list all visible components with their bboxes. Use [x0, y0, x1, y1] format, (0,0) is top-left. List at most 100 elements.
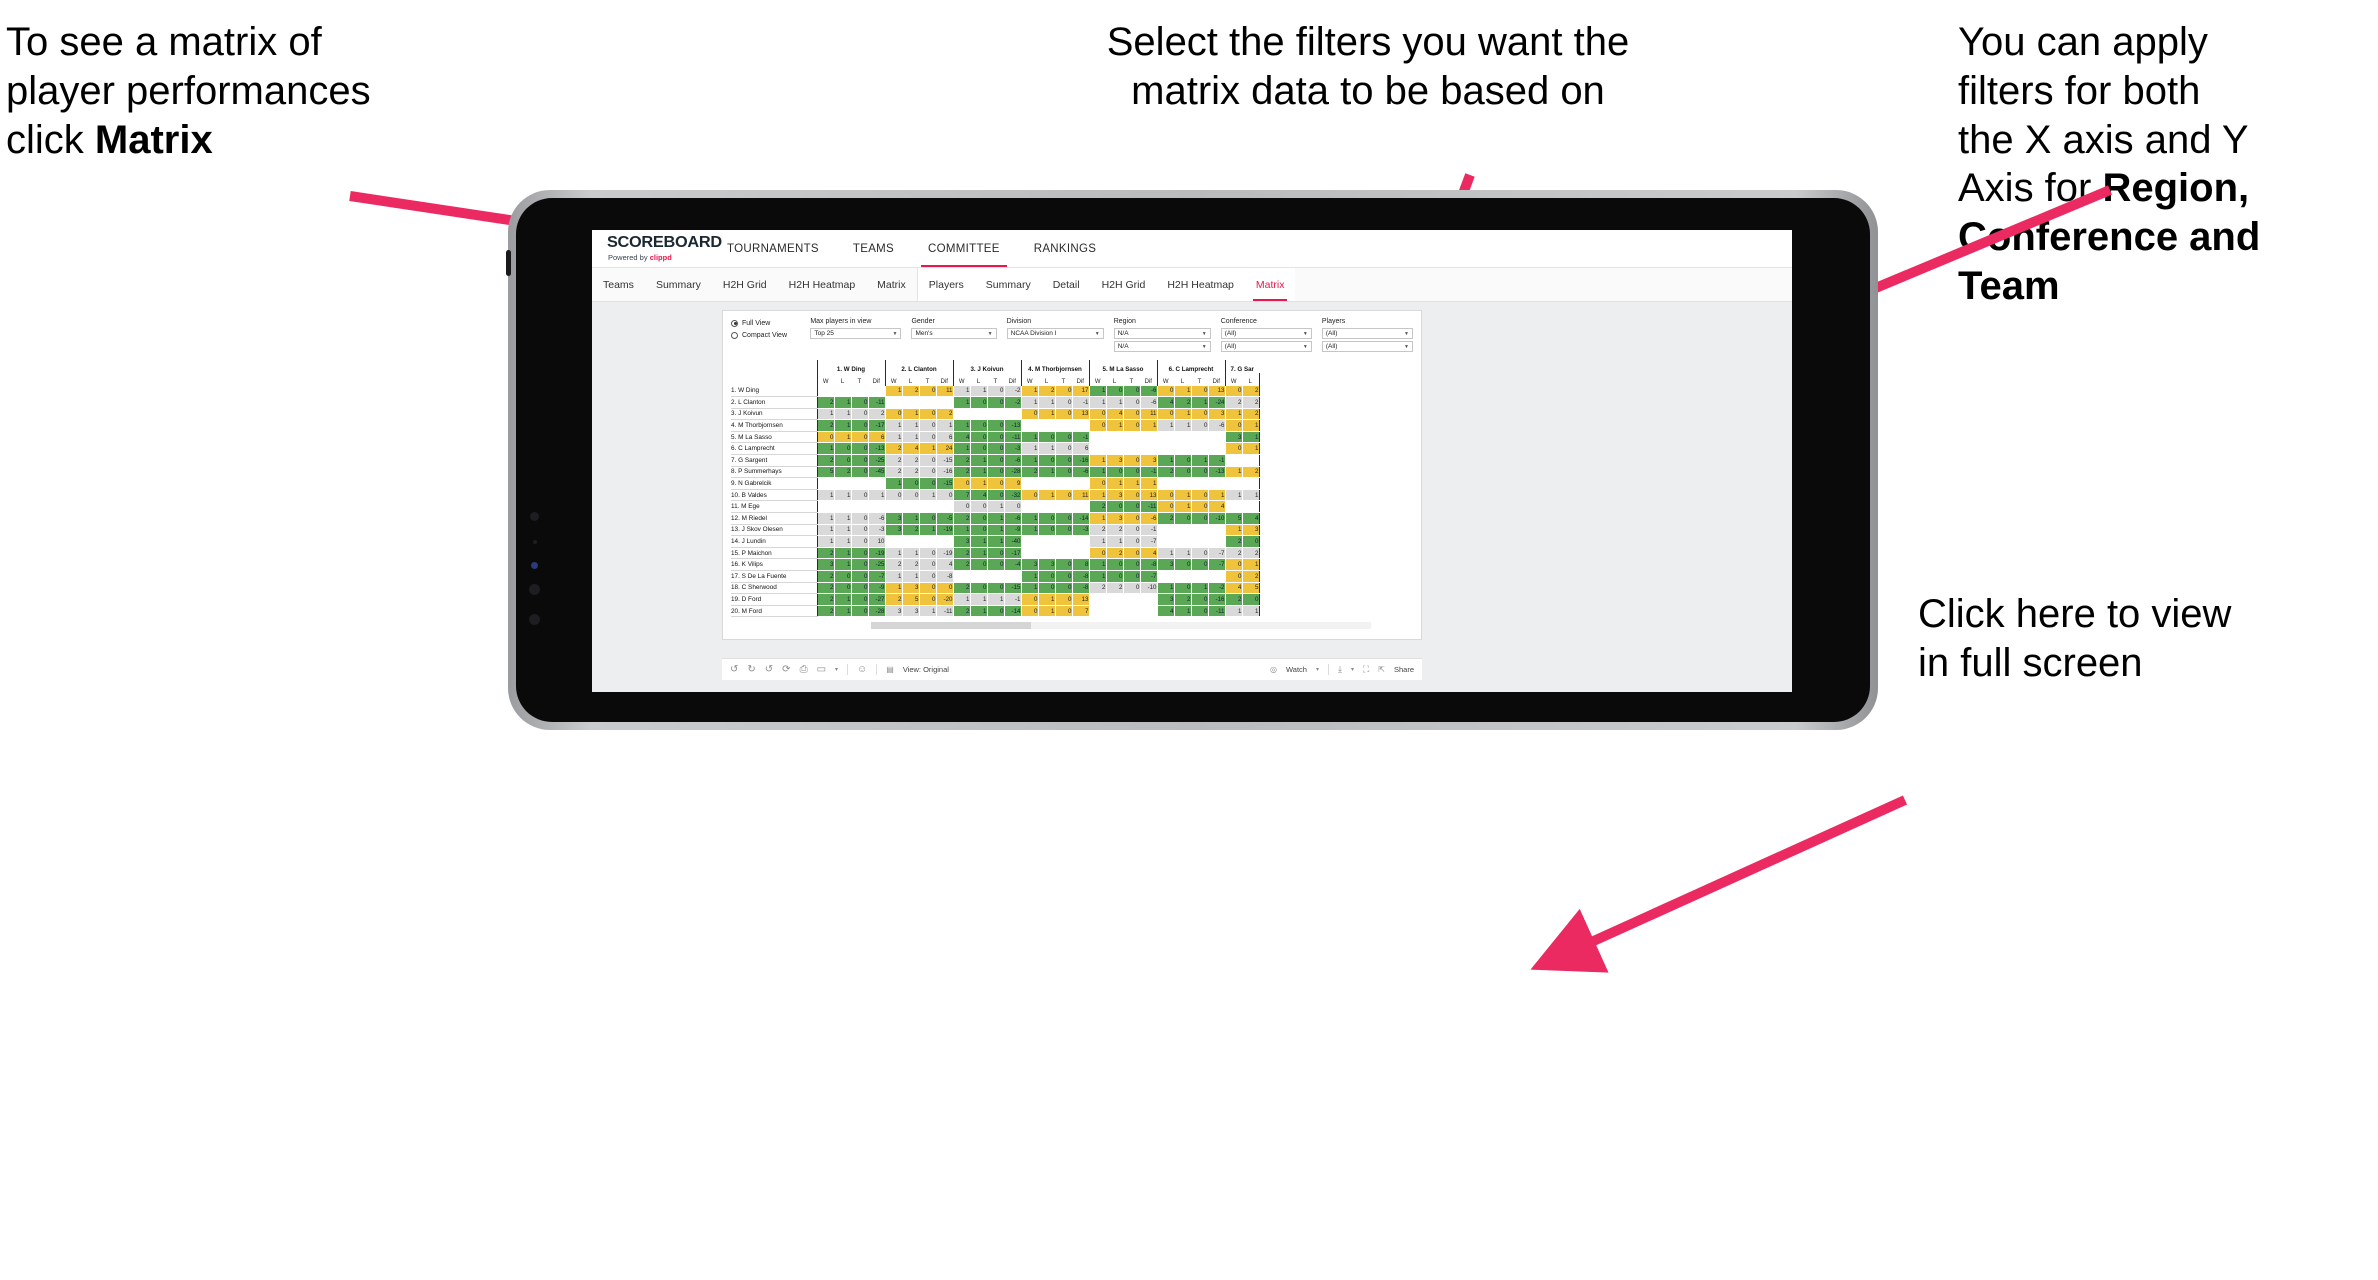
matrix-cell-w[interactable]: 1 — [1020, 523, 1039, 537]
matrix-cell-w[interactable]: 1 — [816, 488, 835, 502]
matrix-cell-w[interactable]: 2 — [884, 465, 903, 479]
matrix-cell-dif[interactable]: -14 — [1071, 512, 1090, 525]
matrix-cell-t[interactable]: 0 — [1122, 500, 1141, 514]
nav-item-tournaments[interactable]: TOURNAMENTS — [710, 230, 836, 267]
matrix-cell-w[interactable]: 0 — [816, 430, 835, 444]
matrix-cell-w[interactable]: 0 — [1156, 488, 1175, 502]
watch-label[interactable]: Watch — [1286, 665, 1307, 674]
matrix-cell-l[interactable]: 1 — [901, 407, 920, 421]
matrix-cell-dif[interactable]: -8 — [1139, 558, 1158, 571]
matrix-cell-w[interactable]: 1 — [952, 384, 971, 398]
matrix-cell-l[interactable]: 1 — [833, 512, 852, 525]
matrix-cell-dif[interactable]: -3 — [1071, 523, 1090, 537]
matrix-cell-w[interactable]: 1 — [1020, 396, 1039, 409]
matrix-cell-dif[interactable]: 4 — [1207, 500, 1226, 514]
matrix-cell-t[interactable]: 0 — [1054, 430, 1073, 444]
matrix-cell-w[interactable]: 1 — [952, 419, 971, 432]
matrix-cell-w[interactable]: 1 — [884, 419, 903, 432]
matrix-cell-l[interactable]: 0 — [1037, 570, 1056, 583]
matrix-cell-l[interactable]: 0 — [833, 581, 852, 595]
matrix-cell-t[interactable]: 0 — [986, 546, 1005, 560]
matrix-cell-w[interactable]: 3 — [1156, 558, 1175, 571]
matrix-cell-w[interactable]: 1 — [952, 593, 971, 606]
matrix-cell-w[interactable]: 0 — [884, 407, 903, 421]
matrix-cell-dif[interactable]: 3 — [1207, 407, 1226, 421]
matrix-cell-l[interactable]: 2 — [901, 523, 920, 537]
matrix-cell-w[interactable]: 1 — [952, 523, 971, 537]
matrix-cell-empty[interactable] — [1088, 593, 1158, 606]
matrix-cell-t[interactable]: 1 — [986, 535, 1005, 548]
matrix-cell-l[interactable]: 1 — [833, 558, 852, 571]
matrix-cell-l[interactable]: 2 — [1037, 384, 1056, 398]
matrix-cell-t[interactable]: 0 — [986, 604, 1005, 618]
matrix-cell-t[interactable]: 0 — [918, 558, 937, 571]
matrix-cell-w[interactable]: 1 — [1020, 384, 1039, 398]
matrix-cell-l[interactable]: 0 — [901, 488, 920, 502]
matrix-cell-t[interactable]: 0 — [1122, 384, 1141, 398]
matrix-cell-dif[interactable]: 24 — [935, 442, 954, 456]
matrix-cell-dif[interactable]: -10 — [1207, 512, 1226, 525]
matrix-cell-dif[interactable]: -16 — [1207, 593, 1226, 606]
matrix-cell-w[interactable]: 2 — [884, 593, 903, 606]
matrix-cell-l[interactable]: 3 — [1037, 558, 1056, 571]
matrix-cell-dif[interactable]: 3 — [1139, 454, 1158, 467]
matrix-cell-dif[interactable]: -28 — [1003, 465, 1022, 479]
matrix-cell-l[interactable]: 0 — [969, 500, 988, 514]
matrix-cell-t[interactable]: 0 — [850, 419, 869, 432]
matrix-cell-t[interactable]: 0 — [850, 558, 869, 571]
matrix-cell-w[interactable]: 1 — [884, 546, 903, 560]
matrix-cell-t[interactable]: 0 — [1054, 407, 1073, 421]
matrix-cell-l[interactable]: 0 — [1173, 465, 1192, 479]
matrix-cell-w[interactable]: 4 — [1224, 581, 1243, 595]
matrix-cell-dif[interactable]: -8 — [1071, 570, 1090, 583]
matrix-cell-l[interactable]: 1 — [969, 546, 988, 560]
matrix-cell-t[interactable]: 0 — [1054, 523, 1073, 537]
matrix-cell-dif[interactable]: -1 — [1071, 430, 1090, 444]
matrix-cell-dif[interactable]: -7 — [1139, 535, 1158, 548]
matrix-cell-t[interactable]: 0 — [986, 384, 1005, 398]
matrix-cell-dif[interactable]: -14 — [1003, 604, 1022, 618]
matrix-cell-w[interactable]: 1 — [1020, 454, 1039, 467]
matrix-cell-dif[interactable]: -13 — [1003, 419, 1022, 432]
matrix-cell-empty[interactable] — [884, 396, 954, 409]
matrix-cell-w[interactable]: 1 — [952, 396, 971, 409]
matrix-cell-w[interactable]: 2 — [816, 396, 835, 409]
matrix-cell-w[interactable]: 0 — [1156, 500, 1175, 514]
matrix-cell-w[interactable]: 2 — [952, 465, 971, 479]
matrix-cell-t[interactable]: 0 — [850, 465, 869, 479]
matrix-cell-dif[interactable]: 8 — [1071, 558, 1090, 571]
matrix-cell-w[interactable]: 1 — [1088, 488, 1107, 502]
matrix-cell-w[interactable]: 1 — [1020, 442, 1039, 456]
matrix-cell-dif[interactable]: -17 — [867, 419, 886, 432]
matrix-cell-l[interactable]: 0 — [1105, 558, 1124, 571]
matrix-cell-dif[interactable]: -24 — [1207, 396, 1226, 409]
matrix-cell-w[interactable]: 0 — [884, 488, 903, 502]
tablet-power-button[interactable] — [506, 250, 511, 276]
matrix-cell-w[interactable]: 1 — [1088, 465, 1107, 479]
matrix-cell-l[interactable]: 1 — [833, 546, 852, 560]
matrix-cell-dif[interactable]: -1 — [1003, 593, 1022, 606]
matrix-cell-w[interactable]: 0 — [1020, 407, 1039, 421]
matrix-cell-w[interactable]: 2 — [952, 546, 971, 560]
matrix-cell-dif[interactable]: 13 — [1071, 407, 1090, 421]
matrix-cell-l[interactable]: 0 — [833, 442, 852, 456]
matrix-cell-l[interactable]: 0 — [969, 442, 988, 456]
matrix-cell-w[interactable]: 7 — [952, 488, 971, 502]
matrix-cell-empty[interactable] — [952, 570, 1022, 583]
matrix-cell-l[interactable]: 1 — [1037, 442, 1056, 456]
matrix-cell-w[interactable]: 0 — [1020, 604, 1039, 618]
matrix-cell-dif[interactable]: -17 — [1003, 546, 1022, 560]
matrix-cell-t[interactable]: 0 — [1054, 593, 1073, 606]
matrix-cell-t[interactable]: 1 — [918, 442, 937, 456]
matrix-cell-dif[interactable]: -1 — [1139, 523, 1158, 537]
matrix-cell-w[interactable]: 2 — [952, 581, 971, 595]
matrix-cell-l[interactable]: 0 — [1105, 465, 1124, 479]
matrix-cell-t[interactable]: 0 — [1190, 407, 1209, 421]
matrix-cell-l[interactable]: 1 — [1037, 465, 1056, 479]
matrix-cell-t[interactable]: 0 — [986, 442, 1005, 456]
matrix-cell-empty[interactable] — [816, 384, 886, 398]
matrix-cell-l[interactable]: 0 — [901, 477, 920, 490]
filter-division-select[interactable]: NCAA Division I ▼ — [1006, 328, 1104, 339]
matrix-cell-empty[interactable] — [1224, 477, 1260, 490]
matrix-cell-l[interactable]: 1 — [1241, 558, 1260, 571]
